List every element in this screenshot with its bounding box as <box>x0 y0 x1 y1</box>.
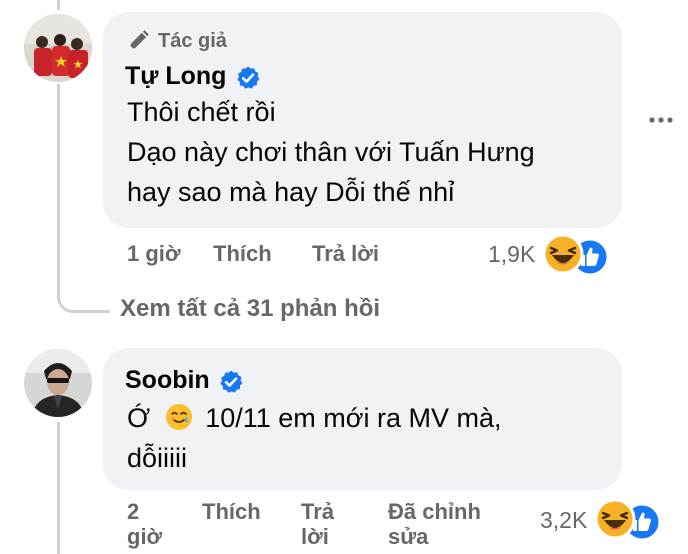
more-dots-icon <box>649 117 673 123</box>
like-button[interactable]: Thích <box>202 499 261 524</box>
author-badge: Tác giả <box>158 30 227 52</box>
timestamp-line: giờ <box>127 524 163 549</box>
reaction-count[interactable]: 3,2K <box>540 506 587 534</box>
comment-text-line: Thôi chết rồi <box>127 97 276 127</box>
comment-author[interactable]: Tự Long <box>125 62 226 90</box>
reply-label-line: lời <box>301 524 329 549</box>
comment-author[interactable]: Soobin <box>125 366 210 394</box>
comment-text-line: Dạo này chơi thân với Tuấn Hưng <box>127 137 535 167</box>
comment-text-line: dỗiiiii <box>127 443 188 473</box>
comment-text-line: Ớ 10/11 em mới ra MV mà, <box>127 398 501 438</box>
view-all-replies-link[interactable]: Xem tất cả 31 phản hồi <box>120 294 380 324</box>
reactions-summary[interactable] <box>542 232 616 277</box>
verified-badge-icon <box>237 66 260 89</box>
reply-button[interactable]: Trả lời <box>312 241 379 267</box>
comment-text-line: hay sao mà hay Dỗi thế nhỉ <box>127 177 455 207</box>
comment-timestamp[interactable]: 1 giờ <box>127 241 181 267</box>
avatar[interactable] <box>24 349 92 417</box>
reaction-count[interactable]: 1,9K <box>488 240 535 268</box>
smiling-face-with-tear-icon <box>165 404 192 430</box>
edited-label-line: sửa <box>388 524 429 549</box>
reply-button[interactable]: Trả lời <box>301 499 334 549</box>
like-button[interactable]: Thích <box>213 241 272 267</box>
avatar-image <box>24 14 92 82</box>
reactions-summary[interactable] <box>594 497 668 542</box>
avatar[interactable] <box>24 14 92 82</box>
reply-label-line: Trả <box>301 499 335 524</box>
timestamp-line: 2 <box>127 499 140 524</box>
edited-label: Đã chỉnh sửa <box>388 499 481 549</box>
comment-text: 10/11 em mới ra MV mà, <box>205 403 502 433</box>
pen-icon <box>129 30 149 50</box>
haha-icon <box>542 233 584 275</box>
avatar-image <box>24 349 92 417</box>
comment-timestamp[interactable]: 2 giờ <box>127 499 162 549</box>
haha-icon <box>594 498 636 540</box>
comment-text: Ớ <box>127 403 151 433</box>
thread-line <box>57 422 60 554</box>
verified-badge-icon <box>220 370 243 393</box>
edited-label-line: Đã chỉnh <box>388 499 481 524</box>
more-options-button[interactable] <box>648 112 676 128</box>
thread-line <box>57 0 60 10</box>
